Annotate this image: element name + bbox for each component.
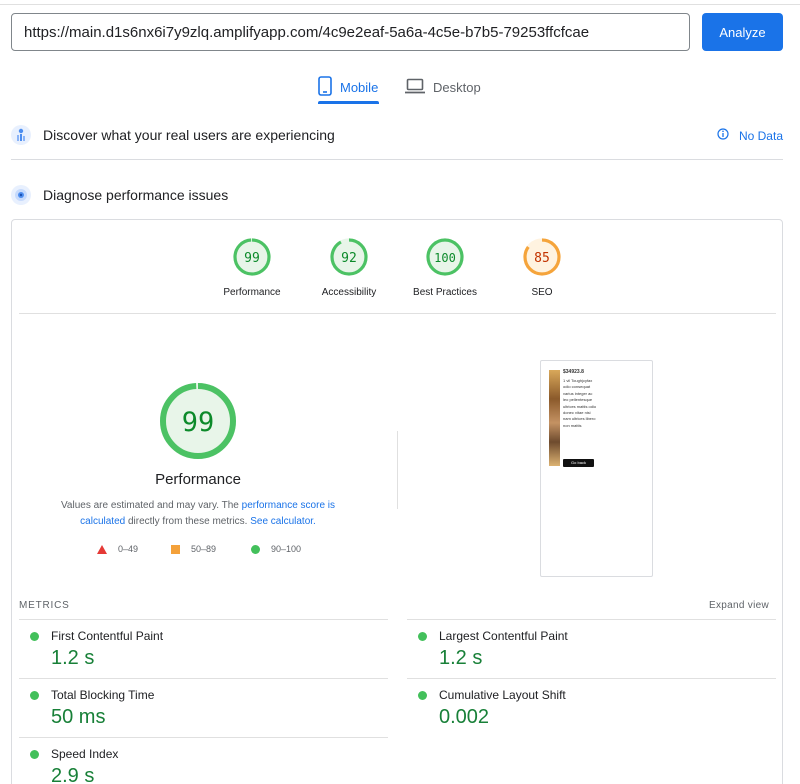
legend-fail: 0–49 — [97, 544, 138, 554]
field-data-header: Discover what your real users are experi… — [11, 125, 783, 145]
metric-value: 0.002 — [439, 706, 490, 728]
legend-range: 50–89 — [191, 544, 217, 554]
legend-pass: 90–100 — [251, 544, 301, 554]
metric-largest-contentful-paint: Largest Contentful Paint 1.2 s — [407, 619, 776, 678]
legend-range: 0–49 — [118, 544, 139, 554]
desc-text: directly from these metrics. — [125, 516, 251, 527]
metric-value: 1.2 s — [51, 647, 95, 669]
score-label: Performance — [223, 287, 281, 298]
tab-mobile[interactable]: Mobile — [318, 70, 378, 104]
score-gauge-accessibility[interactable]: 92 Accessibility — [299, 237, 399, 298]
laptop-icon — [405, 78, 425, 97]
metric-name: Total Blocking Time — [51, 688, 155, 702]
tab-desktop[interactable]: Desktop — [405, 70, 481, 104]
performance-gauge-large: 99 — [158, 381, 238, 466]
score-value: 92 — [341, 251, 357, 266]
vertical-divider — [397, 431, 398, 509]
url-input[interactable] — [11, 13, 690, 51]
analyze-button[interactable]: Analyze — [702, 13, 783, 51]
final-screenshot[interactable]: $34923.8 1 vil Toughjcyfax odio consequa… — [540, 360, 653, 577]
metric-first-contentful-paint: First Contentful Paint 1.2 s — [19, 619, 388, 678]
score-label: Accessibility — [321, 287, 377, 298]
score-value: 85 — [534, 251, 550, 266]
pass-indicator-icon — [418, 691, 427, 700]
gauges-divider — [19, 313, 776, 314]
score-value: 99 — [244, 251, 260, 266]
triangle-icon — [97, 544, 107, 554]
gauge-ring: 100 — [426, 238, 464, 276]
expand-view-toggle[interactable]: Expand view — [709, 600, 769, 611]
screenshot-text: 1 vil Toughjcyfax odio consequat varius … — [563, 378, 597, 428]
metric-name: Largest Contentful Paint — [439, 629, 568, 643]
score-label: Best Practices — [413, 287, 477, 298]
tab-mobile-label: Mobile — [340, 79, 379, 95]
metric-name: Speed Index — [51, 747, 119, 761]
active-tab-indicator — [318, 101, 379, 104]
metric-total-blocking-time: Total Blocking Time 50 ms — [19, 678, 388, 737]
performance-score-value: 99 — [182, 407, 215, 438]
pass-indicator-icon — [30, 750, 39, 759]
screenshot-price: $34923.8 — [563, 369, 584, 375]
performance-description: Values are estimated and may vary. The p… — [38, 498, 358, 530]
legend-average: 50–89 — [171, 544, 216, 554]
metric-value: 2.9 s — [51, 765, 95, 784]
users-icon — [11, 125, 31, 145]
tab-desktop-label: Desktop — [433, 79, 481, 95]
pass-indicator-icon — [30, 691, 39, 700]
square-icon — [171, 544, 180, 554]
top-divider — [0, 4, 800, 5]
performance-title: Performance — [155, 471, 241, 488]
metric-cumulative-layout-shift: Cumulative Layout Shift 0.002 — [407, 678, 776, 737]
see-calculator-link[interactable]: See calculator. — [250, 516, 316, 527]
score-label: SEO — [531, 287, 553, 298]
score-gauge-best-practices[interactable]: 100 Best Practices — [395, 237, 495, 298]
no-data-status[interactable]: No Data — [717, 128, 783, 143]
lab-data-header: Diagnose performance issues — [11, 185, 783, 205]
score-gauge-seo[interactable]: 85 SEO — [492, 237, 592, 298]
metric-value: 1.2 s — [439, 647, 483, 669]
info-icon — [717, 128, 729, 143]
pass-indicator-icon — [418, 632, 427, 641]
smartphone-icon — [318, 75, 332, 99]
pass-indicator-icon — [30, 632, 39, 641]
lab-data-title: Diagnose performance issues — [43, 187, 229, 203]
gauge-ring: 92 — [330, 238, 368, 276]
desc-text: Values are estimated and may vary. The — [60, 500, 242, 511]
metric-value: 50 ms — [51, 706, 106, 728]
score-gauge-performance[interactable]: 99 Performance — [202, 237, 302, 298]
field-data-title: Discover what your real users are experi… — [43, 127, 335, 143]
legend-range: 90–100 — [271, 544, 302, 554]
screenshot-go-back-button: Go back — [563, 459, 594, 467]
circle-icon — [251, 544, 260, 554]
gauge-ring: 99 — [233, 238, 271, 276]
product-image — [549, 370, 560, 466]
diagnose-icon — [11, 185, 31, 205]
no-data-label: No Data — [738, 128, 783, 143]
metric-speed-index: Speed Index 2.9 s — [19, 737, 388, 784]
gauge-ring: 85 — [523, 238, 561, 276]
metric-name: Cumulative Layout Shift — [439, 688, 566, 702]
section-divider — [11, 159, 783, 160]
score-value: 100 — [434, 251, 456, 265]
metrics-heading: METRICS — [19, 600, 70, 611]
metric-name: First Contentful Paint — [51, 629, 164, 643]
